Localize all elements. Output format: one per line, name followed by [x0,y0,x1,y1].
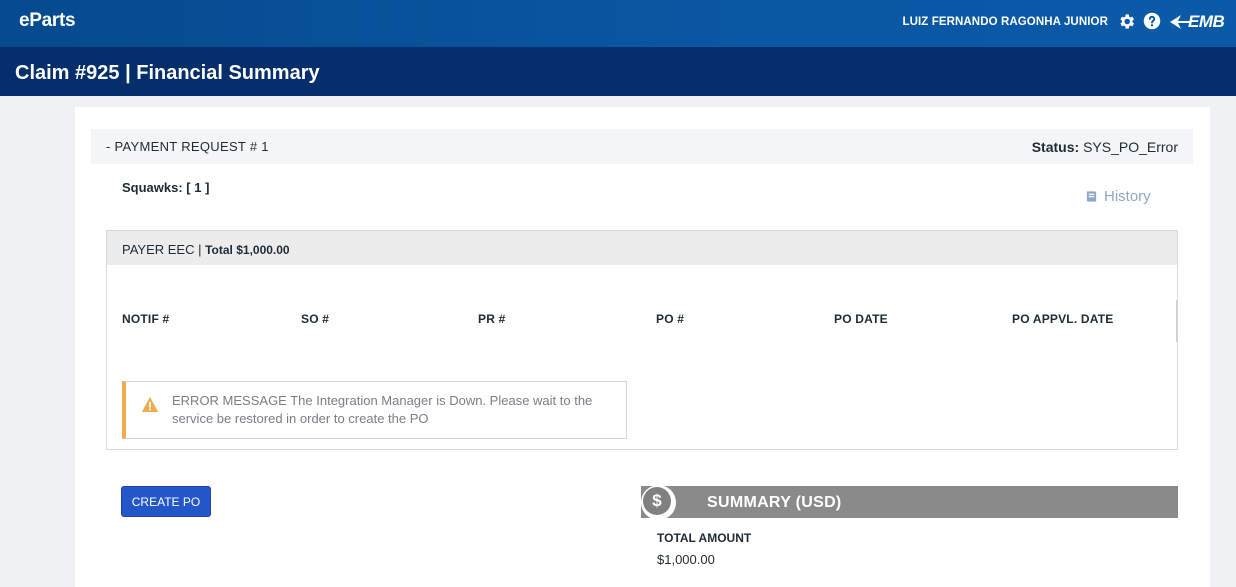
payment-request-title[interactable]: - PAYMENT REQUEST # 1 [106,139,269,154]
create-po-button[interactable]: CREATE PO [121,486,211,517]
total-amount-value: $1,000.00 [657,552,715,567]
table-scroll-divider [1176,300,1177,342]
top-navigation-bar: eParts LUIZ FERNANDO RAGONHA JUNIOR EMB [0,0,1236,47]
column-header-po: PO # [656,312,685,326]
payer-header: PAYER EEC | Total $1,000.00 [107,231,1177,265]
payer-name: PAYER EEC | [122,242,202,257]
column-header-po-date: PO DATE [834,312,888,326]
gear-icon[interactable] [1117,12,1136,31]
warning-icon [141,397,159,412]
payer-title: PAYER EEC | Total $1,000.00 [122,242,290,257]
app-brand[interactable]: eParts [19,10,76,32]
summary-title: SUMMARY (USD) [707,494,842,511]
history-link[interactable]: History [1085,188,1151,205]
history-label: History [1104,188,1151,205]
error-alert: ERROR MESSAGE The Integration Manager is… [122,381,627,439]
error-message: ERROR MESSAGE The Integration Manager is… [172,393,593,426]
user-name[interactable]: LUIZ FERNANDO RAGONHA JUNIOR [902,16,1108,28]
column-header-so: SO # [301,312,330,326]
payment-request-header[interactable]: - PAYMENT REQUEST # 1 Status: SYS_PO_Err… [91,129,1193,164]
payment-request-status: Status: SYS_PO_Error [1032,139,1178,155]
squawks-count: Squawks: [ 1 ] [122,180,210,195]
payer-total: Total $1,000.00 [205,243,290,257]
payer-section: PAYER EEC | Total $1,000.00 NOTIF # SO #… [106,230,1178,450]
dollar-icon: $ [643,487,671,515]
status-label: Status: [1031,139,1080,155]
po-table-header: NOTIF # SO # PR # PO # PO DATE PO APPVL.… [107,265,1177,343]
column-header-pr: PR # [478,312,506,326]
total-amount-label: TOTAL AMOUNT [657,531,752,545]
financial-summary-card: - PAYMENT REQUEST # 1 Status: SYS_PO_Err… [75,107,1210,587]
column-header-notif: NOTIF # [122,312,170,326]
column-header-po-approval-date: PO APPVL. DATE [1012,312,1114,326]
embraer-logo: EMB [1169,10,1225,34]
logo-text: EMB [1188,12,1225,31]
book-icon [1086,191,1097,202]
help-icon[interactable] [1143,12,1161,30]
status-value: SYS_PO_Error [1083,139,1178,155]
page-title-bar: Claim #925 | Financial Summary [0,47,1236,96]
page-title: Claim #925 | Financial Summary [15,62,320,84]
